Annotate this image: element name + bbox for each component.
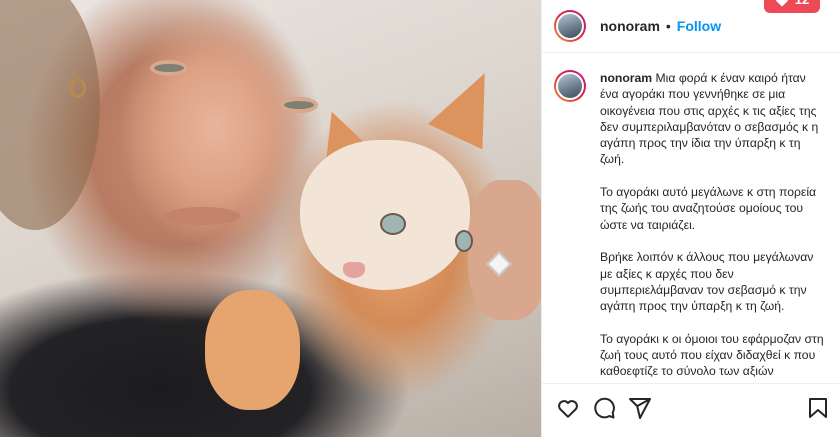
heart-icon <box>775 0 788 7</box>
caption-paragraph: Το αγοράκι κ οι όμοιοι του εφάρμοζαν στη… <box>600 331 824 379</box>
post-photo[interactable] <box>0 0 541 437</box>
post-sidebar: nonoram • Follow 12 nonoram Μια φορά κ έ… <box>541 0 839 437</box>
photo-hand <box>468 180 541 320</box>
notification-count: 12 <box>795 0 809 7</box>
photo-cat-paw <box>205 290 300 410</box>
avatar-image <box>556 72 584 100</box>
photo-eye <box>150 60 188 76</box>
action-bar <box>542 383 839 437</box>
caption-comment: nonoram Μια φορά κ έναν καιρό ήταν ένα α… <box>554 70 836 383</box>
avatar-image <box>556 12 584 40</box>
photo-hair <box>0 0 100 230</box>
photo-earring <box>70 78 86 98</box>
notification-badge[interactable]: 12 <box>764 0 820 13</box>
post-username[interactable]: nonoram <box>600 18 660 34</box>
caption-username[interactable]: nonoram <box>600 71 652 85</box>
photo-cat-nose <box>343 262 365 278</box>
photo-cat-eye <box>455 230 473 252</box>
comment-icon <box>594 397 615 419</box>
caption-paragraph: Το αγοράκι αυτό μεγάλωνε κ στη πορεία τη… <box>600 185 817 232</box>
avatar[interactable] <box>554 70 586 102</box>
avatar[interactable] <box>554 10 586 42</box>
follow-button[interactable]: Follow <box>677 18 721 34</box>
separator-dot: • <box>665 18 671 34</box>
comment-button[interactable] <box>592 396 616 420</box>
send-icon <box>629 398 651 419</box>
save-button[interactable] <box>806 396 830 420</box>
photo-eye <box>280 97 318 113</box>
caption-paragraph: Βρήκε λοιπόν κ άλλους που μεγάλωναν με α… <box>600 250 814 314</box>
caption-text: nonoram Μια φορά κ έναν καιρό ήταν ένα α… <box>600 70 824 383</box>
photo-cat-eye <box>380 213 406 235</box>
caption-paragraph: nonoram Μια φορά κ έναν καιρό ήταν ένα α… <box>600 70 824 168</box>
photo-cat-ear <box>428 60 512 150</box>
photo-lips <box>165 207 240 225</box>
caption-body: Μια φορά κ έναν καιρό ήταν ένα αγοράκι π… <box>600 71 819 167</box>
bookmark-icon <box>809 398 827 418</box>
share-button[interactable] <box>628 396 652 420</box>
like-button[interactable] <box>556 396 580 420</box>
heart-icon <box>558 400 578 418</box>
